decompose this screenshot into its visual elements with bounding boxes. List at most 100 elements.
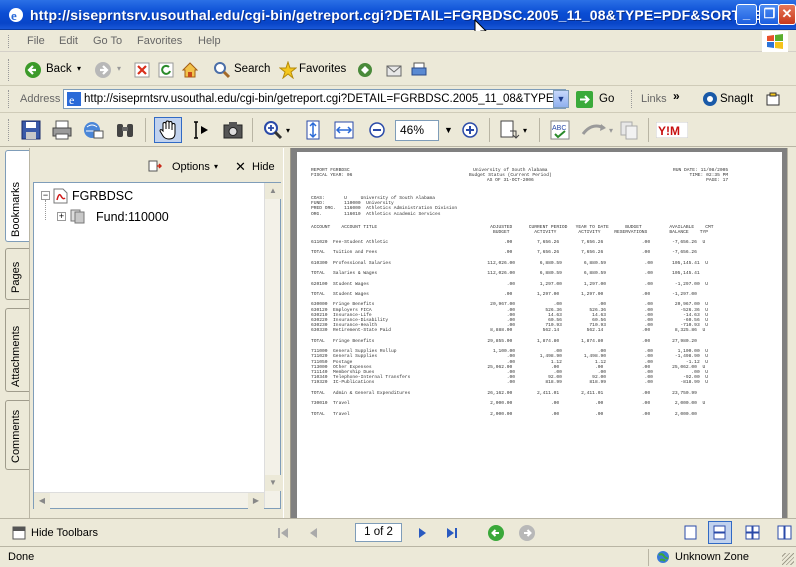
stop-icon[interactable] — [134, 62, 150, 78]
minimize-button[interactable]: _ — [736, 4, 757, 25]
links-button[interactable]: Links — [641, 93, 667, 105]
document-viewer: REPORT FGRBDSC FISCAL YEAR: 06 Universit… — [291, 148, 787, 518]
print-icon[interactable] — [410, 61, 428, 79]
hide-toolbars-button[interactable]: Hide Toolbars — [31, 527, 98, 539]
options-dropdown-icon[interactable]: ▾ — [214, 162, 218, 171]
previous-page-icon[interactable] — [306, 526, 320, 540]
report-total-row: TOTAL Travel 2,000.00 .00 .00 .00 2,000.… — [311, 411, 697, 417]
links-chevron-icon[interactable]: » — [673, 89, 680, 103]
hide-button[interactable]: Hide — [252, 161, 275, 173]
select-text-icon[interactable] — [189, 119, 211, 141]
tree-vertical-scrollbar[interactable]: ▲ ▼ — [264, 183, 281, 508]
collapse-toggle-icon[interactable]: − — [41, 191, 50, 200]
page-number-input[interactable]: 1 of 2 — [355, 523, 402, 542]
menu-help[interactable]: Help — [198, 35, 221, 47]
fit-width-icon[interactable] — [333, 119, 355, 141]
resize-grip-icon[interactable] — [782, 553, 794, 565]
zoom-out-icon[interactable] — [366, 119, 388, 141]
bookmark-fund[interactable]: Fund:110000 — [96, 210, 169, 224]
address-dropdown-icon[interactable]: ▼ — [553, 90, 569, 108]
binoculars-search-icon[interactable] — [114, 119, 136, 141]
tree-horizontal-scrollbar[interactable]: ◀ ▶ — [34, 492, 264, 509]
tab-pages[interactable]: Pages — [5, 248, 29, 300]
print-icon[interactable] — [51, 119, 73, 141]
zoom-level-input[interactable]: 46% — [395, 120, 439, 141]
address-input[interactable]: http://siseprntsrv.usouthal.edu/cgi-bin/… — [63, 89, 566, 109]
menu-favorites[interactable]: Favorites — [137, 35, 182, 47]
hand-tool-icon[interactable] — [157, 119, 179, 141]
review-dropdown-icon[interactable]: ▾ — [609, 126, 613, 135]
fit-page-icon[interactable] — [302, 119, 324, 141]
back-dropdown-icon[interactable]: ▾ — [77, 64, 81, 73]
panel-splitter[interactable] — [283, 148, 291, 518]
spellcheck-icon[interactable]: ABC — [549, 119, 571, 141]
hide-close-icon[interactable]: ✕ — [235, 159, 246, 175]
snagit-capture-icon[interactable] — [765, 91, 781, 107]
search-icon[interactable] — [213, 61, 231, 79]
copy-icon[interactable] — [618, 119, 640, 141]
report-total-row: TOTAL Salaries & Wages 112,026.00 6,880.… — [311, 271, 700, 277]
tab-bookmarks[interactable]: Bookmarks — [5, 150, 29, 242]
tab-comments[interactable]: Comments — [5, 400, 29, 470]
search-button[interactable]: Search — [234, 63, 270, 75]
bookmark-pages-icon — [70, 209, 85, 224]
tab-pages-label: Pages — [10, 261, 22, 293]
facing-pages-icon[interactable] — [745, 525, 760, 540]
snagit-button[interactable]: SnagIt — [720, 93, 753, 105]
tab-attachments[interactable]: Attachments — [5, 308, 29, 392]
continuous-facing-icon[interactable] — [777, 525, 792, 540]
email-icon[interactable] — [82, 119, 104, 141]
menu-edit[interactable]: Edit — [59, 35, 78, 47]
zoom-level-dropdown-icon[interactable]: ▼ — [444, 125, 453, 135]
hide-toolbars-icon[interactable] — [12, 526, 26, 540]
maximize-button[interactable]: ❐ — [759, 4, 780, 25]
zoom-plus-icon[interactable] — [459, 119, 481, 141]
menu-goto[interactable]: Go To — [93, 35, 122, 47]
favorites-button[interactable]: Favorites — [299, 63, 346, 75]
first-page-icon[interactable] — [276, 526, 290, 540]
expand-toggle-icon[interactable]: + — [57, 212, 66, 221]
zoom-dropdown-icon[interactable]: ▾ — [286, 126, 290, 135]
options-icon[interactable] — [148, 159, 162, 173]
page-layout-icon[interactable] — [498, 119, 520, 141]
continuous-page-icon[interactable] — [712, 525, 727, 540]
options-button[interactable]: Options — [172, 161, 210, 173]
home-icon[interactable] — [181, 61, 199, 79]
close-button[interactable]: ✕ — [778, 4, 796, 25]
go-button[interactable]: Go — [599, 93, 614, 105]
mail-icon[interactable] — [385, 61, 403, 79]
scroll-left-icon[interactable]: ◀ — [34, 493, 50, 509]
previous-view-icon[interactable] — [487, 524, 505, 542]
save-icon[interactable] — [20, 119, 42, 141]
single-page-icon[interactable] — [683, 525, 698, 540]
title-bar: e http://siseprntsrv.usouthal.edu/cgi-bi… — [0, 0, 796, 30]
forward-dropdown-icon[interactable]: ▾ — [117, 64, 121, 73]
refresh-icon[interactable] — [158, 62, 174, 78]
yahoo-icon[interactable]: Y!M — [656, 122, 688, 138]
next-page-icon[interactable] — [416, 526, 430, 540]
media-icon[interactable] — [356, 61, 374, 79]
document-vertical-scrollbar[interactable] — [787, 148, 796, 518]
back-arrow-icon[interactable] — [24, 61, 42, 79]
menu-file[interactable]: File — [27, 35, 45, 47]
svg-text:e: e — [11, 8, 17, 23]
review-icon[interactable] — [580, 119, 610, 141]
security-zone: Unknown Zone — [675, 551, 749, 563]
zoom-in-icon[interactable] — [262, 119, 284, 141]
report-total-row: TOTAL Admin & General Expenditures 26,16… — [311, 390, 697, 396]
next-view-icon[interactable] — [518, 524, 536, 542]
favorites-star-icon[interactable] — [279, 61, 297, 79]
forward-arrow-icon[interactable] — [94, 61, 112, 79]
snagit-icon[interactable] — [702, 91, 718, 107]
pdf-document-icon — [53, 188, 68, 204]
page-layout-dropdown-icon[interactable]: ▾ — [523, 126, 527, 135]
back-button[interactable]: Back — [46, 63, 72, 75]
scroll-down-icon[interactable]: ▼ — [265, 475, 281, 491]
scroll-right-icon[interactable]: ▶ — [248, 493, 264, 509]
last-page-icon[interactable] — [445, 526, 459, 540]
svg-text:e: e — [69, 93, 74, 107]
snapshot-icon[interactable] — [222, 119, 244, 141]
bookmark-root[interactable]: FGRBDSC — [72, 189, 133, 203]
go-arrow-icon[interactable] — [575, 90, 594, 109]
scroll-up-icon[interactable]: ▲ — [265, 183, 281, 199]
